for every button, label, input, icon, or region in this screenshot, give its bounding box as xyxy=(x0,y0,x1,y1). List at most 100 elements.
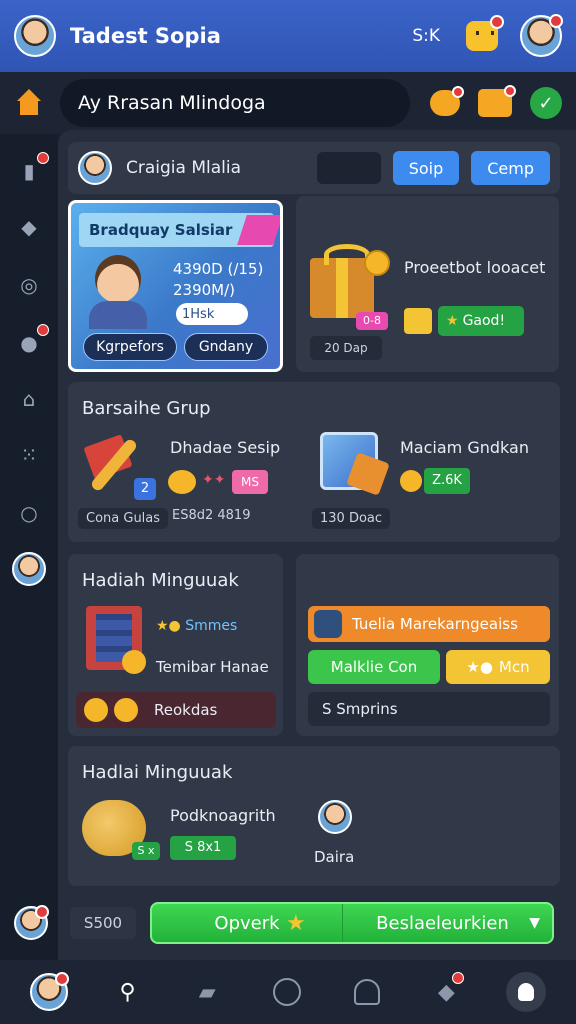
bottom-avatar[interactable] xyxy=(318,800,352,834)
group-card: Barsaihe Grup 2 Dhadae Sesip ✦✦ MS Cona … xyxy=(68,382,560,542)
group-item2-title[interactable]: Maciam Gndkan xyxy=(400,438,529,457)
weekly-star-row: ★● Smmes xyxy=(156,618,237,634)
profile-avatar[interactable] xyxy=(520,14,563,57)
bottom-chip: S 8x1 xyxy=(170,836,236,860)
nav-search-icon[interactable]: ⚲ xyxy=(108,972,148,1012)
secondary-button[interactable]: Cemp xyxy=(471,151,550,185)
gift-status-label: Gaod! xyxy=(462,313,506,329)
notification-dot xyxy=(37,152,49,164)
star-icon: ★● xyxy=(156,618,181,634)
offer-yellow-label: Mcn xyxy=(498,658,530,676)
group-item1-title[interactable]: Dhadae Sesip xyxy=(170,438,280,457)
money-bag-icon: S x xyxy=(82,800,160,860)
gift-day-button[interactable]: 20 Dap xyxy=(310,336,382,360)
sparkle-icon: ✦✦ xyxy=(202,472,226,488)
bag-icon xyxy=(314,610,342,638)
app-title: Tadest Sopia xyxy=(70,24,221,48)
promo-right-button[interactable]: Gndany xyxy=(184,333,268,361)
weekly-subtitle: Temibar Hanae xyxy=(156,658,269,676)
nav-chat-icon[interactable]: ◆ xyxy=(426,972,466,1012)
chat-icon[interactable] xyxy=(466,15,504,51)
weekly-card: Hadiah Minguuak ★● Smmes Temibar Hanae R… xyxy=(68,554,283,736)
notification-dot xyxy=(37,324,49,336)
offer-orange-label: Tuelia Marekarngeaiss xyxy=(352,615,518,633)
coins-icon[interactable] xyxy=(430,86,464,116)
nav-wallet-icon[interactable]: ▰ xyxy=(187,972,227,1012)
sidebar-find-icon[interactable]: ○ xyxy=(15,500,43,526)
action-row: S500 Opverk ★ Beslaeleurkien ▼ xyxy=(58,894,576,952)
sidebar-chat-icon[interactable]: ● xyxy=(15,324,49,356)
weekly-rewards-bar[interactable]: Reokdas xyxy=(76,692,276,728)
check-icon[interactable]: ✓ xyxy=(530,87,562,119)
wallet-icon[interactable] xyxy=(478,85,516,117)
primary-button[interactable]: Soip xyxy=(392,151,460,185)
sidebar-bottom-avatar[interactable] xyxy=(14,905,49,940)
group-item2-foot[interactable]: 130 Doac xyxy=(312,508,391,529)
blank-pill[interactable] xyxy=(316,152,381,184)
gem-icon xyxy=(404,308,432,334)
cta-right-label: Beslaeleurkien xyxy=(342,904,552,942)
weekly-heading: Hadiah Minguuak xyxy=(82,570,239,591)
coin-icon xyxy=(84,698,108,722)
profile-name: Craigia Mlalia xyxy=(126,158,242,178)
bottom-title[interactable]: Podknoagrith xyxy=(170,806,276,825)
group-item1-foot-right: ES8d2 4819 xyxy=(172,508,251,523)
coin-icon xyxy=(364,250,390,276)
group-heading: Barsaihe Grup xyxy=(82,398,211,419)
offer-yellow-button[interactable]: ★● Mcn xyxy=(446,650,550,684)
promo-values: 4390D (/15) 2390M/) xyxy=(173,259,263,301)
promo-value-1: 4390D (/15) xyxy=(173,260,264,278)
chevron-down-icon[interactable]: ▼ xyxy=(529,915,540,931)
offer-dark-button[interactable]: S Smprins xyxy=(308,692,550,726)
nav-home-icon[interactable] xyxy=(267,972,307,1012)
promo-card[interactable]: Bradquay Salsiar 4390D (/15) 2390M/) 1Hs… xyxy=(68,200,283,372)
notification-dot xyxy=(549,14,563,28)
gift-status-chip[interactable]: ★ Gaod! xyxy=(438,306,524,336)
home-icon[interactable] xyxy=(14,89,44,117)
notification-dot xyxy=(452,972,465,984)
profile-bar: Craigia Mlalia Soip Cemp xyxy=(68,142,560,194)
top-bar: Tadest Sopia S:K xyxy=(0,0,576,72)
sidebar-search-icon[interactable]: ◎ xyxy=(15,272,43,298)
group-item1-foot-left[interactable]: Cona Gulas xyxy=(78,508,169,529)
sidebar-dice-icon[interactable]: ⁙ xyxy=(15,442,43,468)
promo-chip: 1Hsk xyxy=(176,303,248,325)
nav-avatar[interactable] xyxy=(29,972,69,1011)
cta-left-label: Opverk xyxy=(214,912,280,934)
header-stat: S:K xyxy=(412,26,440,46)
promo-banner: Bradquay Salsiar xyxy=(79,213,274,247)
bottom-mini-chip: S x xyxy=(132,842,160,860)
search-input[interactable]: Ay Rrasan Mlindoga xyxy=(60,79,410,127)
bottom-nav: ⚲ ▰ ◆ xyxy=(0,960,576,1024)
gift-card[interactable]: 0-8 Proeetbot looacet ★ Gaod! 20 Dap xyxy=(296,196,559,372)
nav-message-icon[interactable] xyxy=(506,972,547,1012)
group-item1-chip: MS xyxy=(232,470,268,494)
bottom-card: Hadlai Minguuak S x Podknoagrith S 8x1 D… xyxy=(68,746,560,886)
coin-stack-icon xyxy=(168,470,196,494)
notification-dot xyxy=(35,905,49,919)
sidebar-wallet-icon[interactable]: ▮ xyxy=(15,152,49,184)
offer-green-button[interactable]: Malklie Con xyxy=(308,650,440,684)
weekly-star-label: Smmes xyxy=(185,618,238,634)
group-item1-badge: 2 xyxy=(134,478,156,500)
character-illustration xyxy=(87,255,149,329)
star-icon: ★ xyxy=(286,910,306,936)
star-icon: ★● xyxy=(466,658,493,676)
sidebar-avatar[interactable] xyxy=(12,552,46,586)
count-pill[interactable]: S500 xyxy=(70,907,136,939)
bottom-avatar-name: Daira xyxy=(314,848,355,866)
notification-dot xyxy=(452,86,464,98)
nav-profile-icon[interactable] xyxy=(347,972,387,1012)
sidebar-academy-icon[interactable]: ◆ xyxy=(15,214,43,240)
cta-button[interactable]: Opverk ★ Beslaeleurkien ▼ xyxy=(150,902,554,944)
profile-bar-avatar[interactable] xyxy=(78,151,112,185)
notification-dot xyxy=(54,972,69,986)
promo-value-2: 2390M/) xyxy=(173,281,236,299)
promo-left-button[interactable]: Kgrpefors xyxy=(83,333,177,361)
offer-orange-button[interactable]: Tuelia Marekarngeaiss xyxy=(308,606,550,642)
user-avatar[interactable] xyxy=(14,15,56,57)
sidebar-home-icon[interactable]: ⌂ xyxy=(15,386,43,412)
star-icon: ★ xyxy=(446,313,459,329)
group-item2-chip: Z.6K xyxy=(424,468,470,494)
building-icon xyxy=(86,606,146,674)
